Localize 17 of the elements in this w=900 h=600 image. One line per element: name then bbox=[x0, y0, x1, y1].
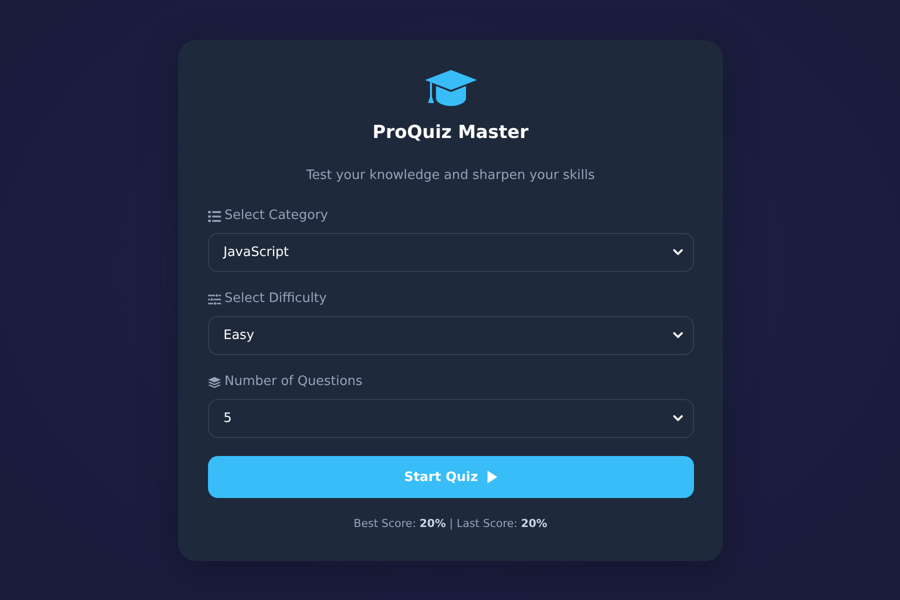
question-count-select[interactable]: 5 bbox=[208, 399, 694, 438]
difficulty-select[interactable]: Easy bbox=[208, 316, 694, 355]
field-label: Select Difficulty bbox=[224, 290, 327, 308]
category-select[interactable]: JavaScript bbox=[208, 233, 694, 272]
list-icon bbox=[208, 210, 220, 222]
sliders-icon bbox=[208, 294, 220, 304]
field-label: Number of Questions bbox=[224, 373, 362, 391]
score-summary: Best Score: 20% | Last Score: 20% bbox=[354, 516, 548, 532]
chevron-down-icon bbox=[672, 249, 682, 256]
field-label: Select Category bbox=[224, 207, 328, 225]
layers-icon bbox=[208, 376, 220, 388]
chevron-down-icon bbox=[672, 415, 682, 422]
play-icon bbox=[486, 471, 497, 483]
app-subtitle: Test your knowledge and sharpen your skills bbox=[306, 167, 595, 185]
graduation-cap-icon bbox=[424, 70, 476, 106]
app-title: ProQuiz Master bbox=[372, 121, 528, 145]
chevron-down-icon bbox=[672, 332, 682, 339]
